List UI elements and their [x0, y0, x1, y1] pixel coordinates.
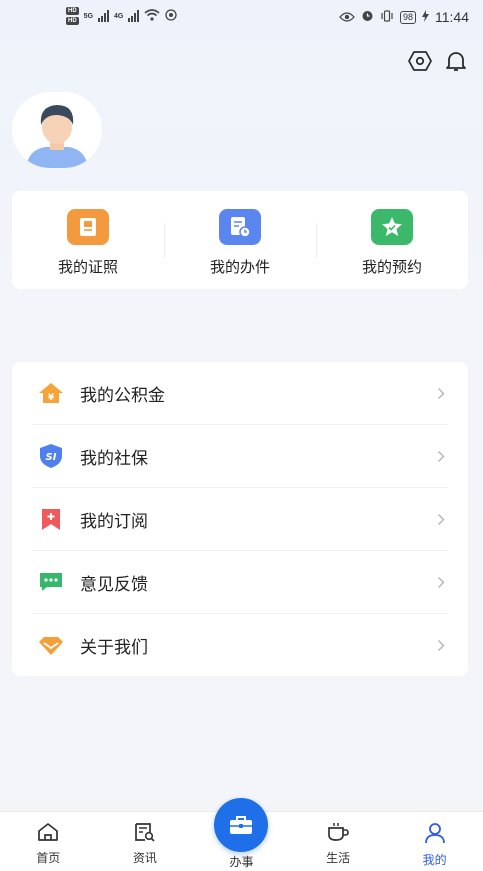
chevron-right-icon [434, 449, 448, 463]
menu-item-label: 我的订阅 [80, 511, 148, 532]
chevron-right-icon [434, 386, 448, 400]
hd-badge: HD [66, 17, 79, 25]
quick-action-label: 我的办件 [209, 258, 270, 276]
home-icon [37, 822, 59, 846]
bottom-nav: 首页 资讯 办事 生活 我的 [0, 798, 483, 871]
nav-life[interactable]: 生活 [290, 812, 387, 871]
user-icon [424, 822, 446, 848]
status-bar: HD HD 5G 4G 98 11:44 [0, 0, 483, 36]
status-right: 98 11:44 [339, 9, 469, 25]
bell-icon[interactable] [443, 48, 469, 74]
battery-indicator: 98 [399, 10, 416, 24]
chevron-right-icon [434, 575, 448, 589]
vibrate-icon [380, 9, 394, 25]
menu-item-label: 关于我们 [80, 638, 148, 658]
social-security-shield-icon: SI [36, 441, 66, 471]
hexagon-settings-icon[interactable] [407, 48, 433, 74]
svg-text:SI: SI [46, 452, 57, 463]
clock-time: 11:44 [435, 9, 469, 25]
quick-actions-card: 我的证照 我的办件 我的预约 [12, 191, 468, 289]
eye-icon [339, 9, 355, 25]
wifi-icon [144, 8, 160, 24]
quick-action-applications[interactable]: 我的办件 [164, 191, 316, 289]
document-clock-icon [219, 209, 261, 245]
quick-action-certificates[interactable]: 我的证照 [12, 191, 164, 289]
nfc-icon [165, 8, 178, 24]
news-search-icon [134, 822, 156, 846]
coffee-cup-icon [326, 822, 350, 846]
signal-icon [128, 10, 140, 22]
menu-item-subscriptions[interactable]: 我的订阅 [32, 488, 448, 551]
quick-action-appointments[interactable]: 我的预约 [316, 191, 468, 289]
chevron-right-icon [434, 639, 448, 653]
nav-mine[interactable]: 我的 [386, 812, 483, 871]
status-left: HD HD 5G 4G [66, 7, 178, 25]
nav-home[interactable]: 首页 [0, 812, 97, 871]
menu-list-card: ¥ 我的公积金 SI 我的社保 我的订阅 意见反馈 关于我们 [12, 362, 468, 676]
avatar[interactable] [12, 92, 102, 168]
menu-item-about-us[interactable]: 关于我们 [32, 614, 448, 677]
housing-fund-icon: ¥ [36, 378, 66, 408]
diamond-icon [36, 631, 66, 661]
bookmark-plus-icon [36, 504, 66, 534]
nav-label: 首页 [36, 851, 61, 865]
nav-label: 生活 [326, 851, 351, 865]
user-avatar-illustration [26, 105, 88, 168]
network-4g-label: 4G [114, 12, 124, 20]
nav-label: 办事 [229, 855, 254, 869]
nav-label: 资讯 [132, 851, 157, 865]
hd-badge: HD [66, 7, 79, 15]
network-5g-label: 5G [83, 12, 94, 20]
hd-indicators: HD HD [66, 7, 79, 25]
svg-text:¥: ¥ [48, 393, 55, 403]
signal-icon [98, 10, 110, 22]
star-badge-icon [371, 209, 413, 245]
nav-label: 我的 [422, 853, 447, 867]
alarm-icon [361, 9, 374, 25]
menu-item-label: 我的社保 [80, 448, 148, 469]
quick-action-label: 我的证照 [57, 258, 118, 276]
menu-item-feedback[interactable]: 意见反馈 [32, 551, 448, 614]
quick-action-label: 我的预约 [361, 258, 422, 276]
chevron-right-icon [434, 512, 448, 526]
menu-item-label: 意见反馈 [80, 574, 148, 595]
charging-icon [422, 9, 429, 25]
menu-item-housing-fund[interactable]: ¥ 我的公积金 [32, 362, 448, 425]
briefcase-icon [214, 798, 269, 852]
menu-item-social-security[interactable]: SI 我的社保 [32, 425, 448, 488]
certificate-icon [67, 209, 109, 245]
chat-bubble-icon [36, 567, 66, 597]
nav-services[interactable]: 办事 [193, 798, 290, 871]
nav-news[interactable]: 资讯 [97, 812, 194, 871]
menu-item-label: 我的公积金 [80, 385, 165, 406]
